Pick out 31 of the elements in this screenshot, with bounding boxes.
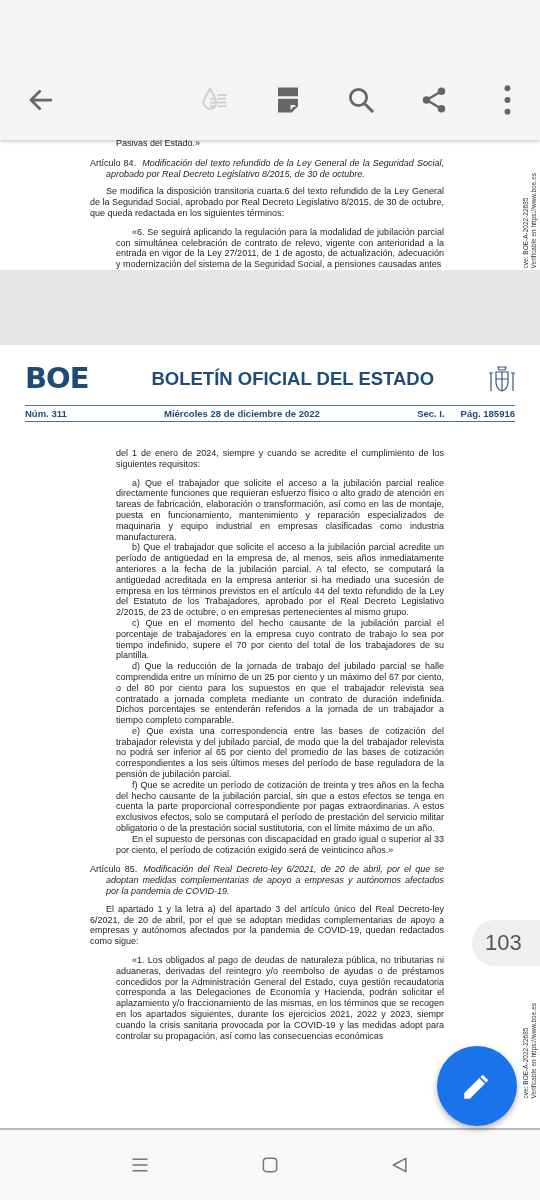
coat-of-arms-icon xyxy=(489,363,515,394)
body-paragraph: f) Que se acredite un período de cotización de treinta y tres años en la fecha del hecho causante de la jubilación parcial, sin que a estos efectos se tenga en cuenta la parte proporcional correspondiente por pagas extraordinarias. A estos exclusivos efectos, solo se computará el período de prestación del servicio militar obligatorio o de la prestación social sustitutoria, con el límite máximo de un año. xyxy=(116,779,444,834)
more-icon xyxy=(503,85,511,115)
body-paragraph: El apartado 1 y la letra a) del apartado 3 del artículo único del Real Decreto-ley 6/2021, de 20 de abril, por el que se adoptan medidas complementarias de apoyo a empresas y autónomos afectados por la pandemia de COVID-19, quedan redactados como sigue: xyxy=(90,903,444,948)
issue-number: Núm. 311 xyxy=(25,407,67,419)
home-button[interactable] xyxy=(260,1155,280,1175)
article-heading: Artículo 84. Modificación del texto refundido de la Ley General de la Seguridad Social, aprobado por Real Decreto Legislativo 8/2015, de 30 de octubre. xyxy=(90,157,444,180)
body-paragraph: «1. Los obligados al pago de deudas de naturaleza pública, no tributarias ni aduaneras, derivadas del reintegro y/o reembolso de ayudas o de préstamos concedidos por la Administración General del Estado, cuya gestión recaudatoria corresponda a las Delegaciones de Economía y Hacienda, podrán solicitar el aplazamiento y/o fraccionamiento de las mismas, en los términos que se recogen en los apartados siguientes, durante los ejercicios 2021, 2022 y 2023, siempr cuando la crisis sanitaria provocada por la COVID-19 y las medidas adopt para controlar su propagación, así como las consecuencias económicas xyxy=(116,955,444,1042)
body-paragraph: b) Que el trabajador que solicite el acceso a la jubilación parcial acredite un período de antigüedad en la empresa de, al menos, seis años inmediatamente anteriores a la fecha de la jubilación parcial. A tal efecto, se computará la antigüedad acreditada en la empresa anterior si ha mediado una sucesión de empresa en los términos previstos en el artículo 44 del texto refundido de la Ley del Estatuto de los Trabajadores, aprobado por el Real Decreto Legislativo 2/2015, de 23 de octubre, o en empresas pertenecientes al mismo grupo. xyxy=(116,542,444,618)
recents-button[interactable] xyxy=(130,1155,150,1175)
article-heading: Artículo 85. Modificación del Real Decreto-ley 6/2021, de 20 de abril, por el que se adoptan medidas complementarias de apoyo a empresas y autónomos afectados por la pandemia de COVID-19. xyxy=(90,864,444,897)
body-paragraph: Se modifica la disposición transitoria cuarta.6 del texto refundido de la Ley General de la Seguridad Social, aprobado por Real Decreto Legislativo 8/2015, de 30 de octubre, que queda redactada en los siguientes términos: xyxy=(90,186,444,219)
body-paragraph: «6. Se seguirá aplicando la regulación para la modalidad de jubilación parcial con simultánea celebración de contrato de relevo, vigente con anterioridad a la entrada en vigor de la Ley 27/2011, de 1 de agosto, de actualización, adecuación y modernización del sistema de la Seguridad Social, a pensiones causadas antes xyxy=(116,226,444,270)
boe-logo: BOE xyxy=(25,364,89,394)
body-paragraph: Pasivas del Estado.» xyxy=(116,140,202,149)
section-label: Sec. I. xyxy=(417,407,445,419)
home-icon xyxy=(260,1155,280,1175)
body-paragraph: d) Que la reducción de la jornada de trabajo del jubilado parcial se halle comprendida entre un mínimo de un 25 por ciento y un máximo del 67 por ciento, o del 80 por ciento para los supuestos en que el trabajador relevista sea contratado a jornada completa mediante un contrato de duración indefinida. Dichos porcentajes se entenderán referidos a la jornada de un trabajador a tiempo completo comparable. xyxy=(116,661,444,726)
body-paragraph: a) Que el trabajador que solicite el acceso a la jubilación parcial realice directamente funciones que requieran esfuerzo físico o alto grado de atención en tareas de fabricación, elaboración o transformación, así como en las de montaje, puesta en funcionamiento, mantenimiento y reparación especializados de maquinaria y equipo industrial en empresas clasificadas como industria manufacturera. xyxy=(116,477,444,543)
page-counter: 103 xyxy=(472,920,540,966)
body-paragraph: c) Que en el momento del hecho causante de la jubilación parcial el porcentaje de trabajadores en la empresa cuyo contrato de trabajo lo sea por tiempo indefinido, supere el 70 por ciento del total de los trabajadores de su plantilla. xyxy=(116,617,444,662)
body-paragraph: e) Que exista una correspondencia entre las bases de cotización del trabajador relevista y del jubilado parcial, de modo que la del trabajador relevista no podrá ser inferior al 65 por ciento del promedio de las bases de cotización correspondientes a los seis últimos meses del período de base reguladora de la pensión de jubilación parcial. xyxy=(116,725,444,780)
back-button[interactable] xyxy=(390,1155,410,1175)
page-number: Pág. 185916 xyxy=(460,407,515,419)
back-icon xyxy=(390,1155,410,1175)
body-paragraph: del 1 de enero de 2024, siempre y cuando se acredite el cumplimiento de los siguientes requisitos: xyxy=(116,447,444,470)
gazette-title: BOLETÍN OFICIAL DEL ESTADO xyxy=(150,367,436,390)
recents-icon xyxy=(130,1155,150,1175)
search-icon xyxy=(346,85,376,115)
issue-date: Miércoles 28 de diciembre de 2022 xyxy=(164,407,320,419)
body-paragraph: En el supuesto de personas con discapacidad en grado igual o superior al 33 por ciento, el período de cotización exigido será de veinticinco años.» xyxy=(116,833,444,856)
